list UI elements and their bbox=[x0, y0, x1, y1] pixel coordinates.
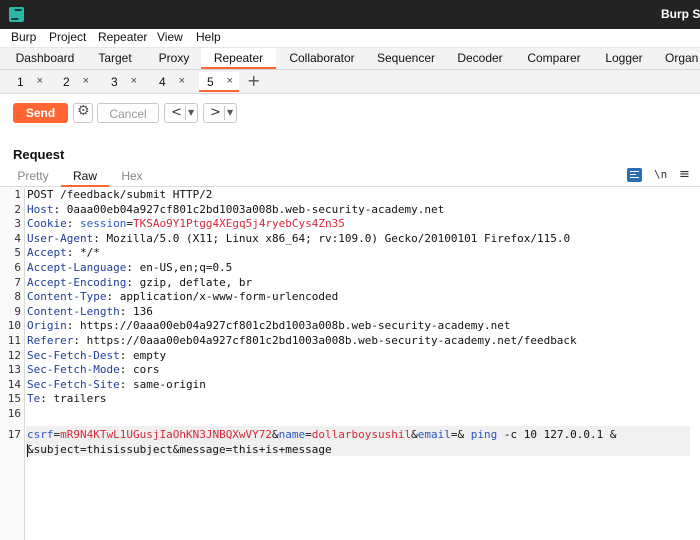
send-button[interactable]: Send bbox=[13, 103, 68, 123]
repeater-tab-1[interactable]: 1 × bbox=[9, 72, 49, 92]
header-line: Sec-Fetch-Site: same-origin bbox=[27, 377, 206, 391]
repeater-toolbar: Send ⚙ Cancel < ▼ > ▼ bbox=[0, 95, 700, 131]
window-title: Burp Su bbox=[661, 7, 700, 21]
repeater-tab-bar: 1 × 2 × 3 × 4 × 5 × bbox=[0, 70, 700, 94]
chevron-right-icon: > bbox=[210, 105, 221, 120]
line-number: 8 bbox=[14, 290, 21, 304]
tab-logger[interactable]: Logger bbox=[598, 48, 650, 69]
tab-repeater[interactable]: Repeater bbox=[201, 48, 276, 69]
request-panel: Request Pretty Raw Hex \n ≡ 1 2 3 4 5 6 … bbox=[0, 131, 700, 540]
header-line: Content-Type: application/x-www-form-url… bbox=[27, 290, 339, 304]
header-line: Content-Length: 136 bbox=[27, 304, 153, 318]
request-line: POST /feedback/submit HTTP/2 bbox=[27, 188, 213, 201]
request-heading: Request bbox=[13, 147, 65, 162]
chevron-left-icon: < bbox=[171, 105, 182, 120]
line-number: 15 bbox=[7, 392, 21, 406]
close-icon[interactable]: × bbox=[83, 75, 89, 87]
header-line: Sec-Fetch-Mode: cors bbox=[27, 363, 160, 377]
tab-pretty[interactable]: Pretty bbox=[13, 169, 53, 187]
request-editor[interactable]: 1 2 3 4 5 6 7 8 9 10 11 12 13 14 15 16 1… bbox=[0, 188, 700, 540]
hamburger-menu-icon[interactable]: ≡ bbox=[679, 167, 690, 182]
tab-dashboard[interactable]: Dashboard bbox=[9, 48, 81, 69]
line-number: 4 bbox=[14, 231, 21, 245]
tab-collaborator[interactable]: Collaborator bbox=[282, 48, 362, 69]
close-icon[interactable]: × bbox=[37, 75, 43, 87]
line-number: 1 bbox=[14, 188, 21, 201]
request-view-tabs: Pretty Raw Hex bbox=[0, 167, 700, 187]
title-bar: Burp Su bbox=[0, 0, 700, 29]
repeater-tab-2[interactable]: 2 × bbox=[55, 72, 95, 92]
text-cursor bbox=[27, 444, 28, 457]
settings-button[interactable]: ⚙ bbox=[73, 103, 93, 123]
header-line: Sec-Fetch-Dest: empty bbox=[27, 348, 167, 362]
chevron-down-icon[interactable]: ▼ bbox=[227, 108, 233, 117]
gear-icon: ⚙ bbox=[77, 103, 90, 119]
tab-sequencer[interactable]: Sequencer bbox=[370, 48, 442, 69]
repeater-tab-5[interactable]: 5 × bbox=[199, 72, 239, 92]
line-number: 16 bbox=[7, 407, 21, 420]
header-line: Origin: https://0aaa00eb04a927cf801c2bd1… bbox=[27, 319, 511, 333]
burp-logo-icon bbox=[9, 7, 24, 22]
line-number: 10 bbox=[7, 319, 21, 333]
header-line: Te: trailers bbox=[27, 392, 107, 406]
newline-toggle-icon[interactable]: \n bbox=[654, 168, 667, 181]
repeater-tab-label: 4 bbox=[159, 75, 166, 89]
header-line: Host: 0aaa00eb04a927cf801c2bd1003a008b.w… bbox=[27, 202, 445, 216]
repeater-tab-label: 5 bbox=[207, 75, 214, 89]
repeater-tab-3[interactable]: 3 × bbox=[103, 72, 143, 92]
tool-tab-bar: Dashboard Target Proxy Repeater Collabor… bbox=[0, 48, 700, 70]
tab-organizer[interactable]: Organ bbox=[665, 48, 700, 69]
tab-raw[interactable]: Raw bbox=[61, 169, 109, 187]
repeater-tab-4[interactable]: 4 × bbox=[151, 72, 191, 92]
tab-decoder[interactable]: Decoder bbox=[451, 48, 509, 69]
line-number: 6 bbox=[14, 261, 21, 274]
menu-help[interactable]: Help bbox=[196, 30, 221, 44]
line-number: 2 bbox=[14, 202, 21, 216]
line-number: 13 bbox=[7, 363, 21, 377]
header-line: Accept-Language: en-US,en;q=0.5 bbox=[27, 261, 233, 274]
line-number: 14 bbox=[7, 377, 21, 391]
repeater-tab-label: 3 bbox=[111, 75, 118, 89]
chevron-down-icon[interactable]: ▼ bbox=[188, 108, 194, 117]
header-line: Accept: */* bbox=[27, 246, 100, 260]
line-number: 7 bbox=[14, 275, 21, 289]
header-line: Accept-Encoding: gzip, deflate, br bbox=[27, 275, 253, 289]
repeater-tab-label: 2 bbox=[63, 75, 70, 89]
header-line: Cookie: session=TKSAo9Y1Ptgg4XEgq5j4ryeb… bbox=[27, 217, 345, 231]
header-line: User-Agent: Mozilla/5.0 (X11; Linux x86_… bbox=[27, 231, 571, 245]
back-button[interactable]: < ▼ bbox=[164, 103, 198, 123]
request-body-line: &subject=thisissubject&message=this+is+m… bbox=[27, 442, 332, 456]
close-icon[interactable]: × bbox=[131, 75, 137, 87]
tab-proxy[interactable]: Proxy bbox=[148, 48, 200, 69]
menu-burp[interactable]: Burp bbox=[11, 30, 36, 44]
forward-button[interactable]: > ▼ bbox=[203, 103, 237, 123]
tab-hex[interactable]: Hex bbox=[114, 169, 150, 187]
menu-project[interactable]: Project bbox=[49, 30, 86, 44]
repeater-tab-label: 1 bbox=[17, 75, 24, 89]
line-number: 3 bbox=[14, 217, 21, 231]
line-number: 11 bbox=[7, 334, 21, 347]
cancel-button[interactable]: Cancel bbox=[97, 103, 159, 123]
line-number: 12 bbox=[7, 348, 21, 362]
tab-comparer[interactable]: Comparer bbox=[521, 48, 587, 69]
close-icon[interactable]: × bbox=[179, 75, 185, 87]
line-number: 17 bbox=[7, 428, 21, 441]
line-number: 9 bbox=[14, 304, 21, 318]
header-line: Referer: https://0aaa00eb04a927cf801c2bd… bbox=[27, 334, 577, 347]
request-body-line: csrf=mR9N4KTwL1UGusjIaOhKN3JNBQXwVY72&na… bbox=[27, 428, 617, 441]
pretty-print-toggle-icon[interactable] bbox=[627, 168, 642, 182]
menu-bar: Burp Project Repeater View Help bbox=[0, 29, 700, 48]
add-tab-button[interactable]: + bbox=[247, 71, 260, 90]
close-icon[interactable]: × bbox=[227, 75, 233, 87]
line-number-gutter: 1 2 3 4 5 6 7 8 9 10 11 12 13 14 15 16 1… bbox=[0, 188, 25, 540]
tab-target[interactable]: Target bbox=[87, 48, 143, 69]
menu-view[interactable]: View bbox=[157, 30, 183, 44]
menu-repeater[interactable]: Repeater bbox=[98, 30, 147, 44]
line-number: 5 bbox=[14, 246, 21, 260]
